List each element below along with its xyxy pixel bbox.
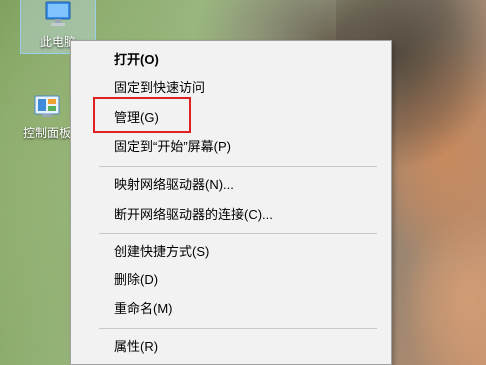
menu-item-label: 创建快捷方式(S) [114,244,210,259]
menu-item-delete[interactable]: 删除(D) [71,267,391,292]
menu-item-map-network-drive[interactable]: 映射网络驱动器(N)... [71,172,391,197]
menu-item-label: 打开(O) [114,52,159,67]
menu-item-label: 映射网络驱动器(N)... [114,177,234,192]
menu-separator [99,166,377,167]
desktop-icon-label: 控制面板 [22,126,71,140]
menu-separator [99,328,377,329]
menu-item-label: 固定到“开始”屏幕(P) [114,139,231,154]
menu-item-disconnect-network-drive[interactable]: 断开网络驱动器的连接(C)... [71,202,391,227]
control-panel-icon [34,95,60,117]
context-menu: 打开(O) 固定到快速访问 管理(G) 固定到“开始”屏幕(P) 映射网络驱动器… [70,40,392,365]
menu-item-create-shortcut[interactable]: 创建快捷方式(S) [71,239,391,264]
annotation-highlight-box [93,97,191,133]
menu-separator [99,233,377,234]
computer-icon [45,1,71,26]
menu-item-label: 属性(R) [114,339,159,354]
menu-item-label: 删除(D) [114,272,159,287]
menu-item-open[interactable]: 打开(O) [71,47,391,72]
menu-item-properties[interactable]: 属性(R) [71,334,391,359]
menu-item-label: 断开网络驱动器的连接(C)... [114,207,273,222]
menu-item-label: 固定到快速访问 [114,80,206,95]
menu-item-pin-start[interactable]: 固定到“开始”屏幕(P) [71,134,391,159]
menu-item-label: 重命名(M) [114,301,173,316]
menu-item-rename[interactable]: 重命名(M) [71,296,391,321]
desktop-wallpaper: 此电脑 控制面板 打开(O) 固定到快速访问 管理(G) 固定到“开始”屏幕(P… [0,0,486,365]
